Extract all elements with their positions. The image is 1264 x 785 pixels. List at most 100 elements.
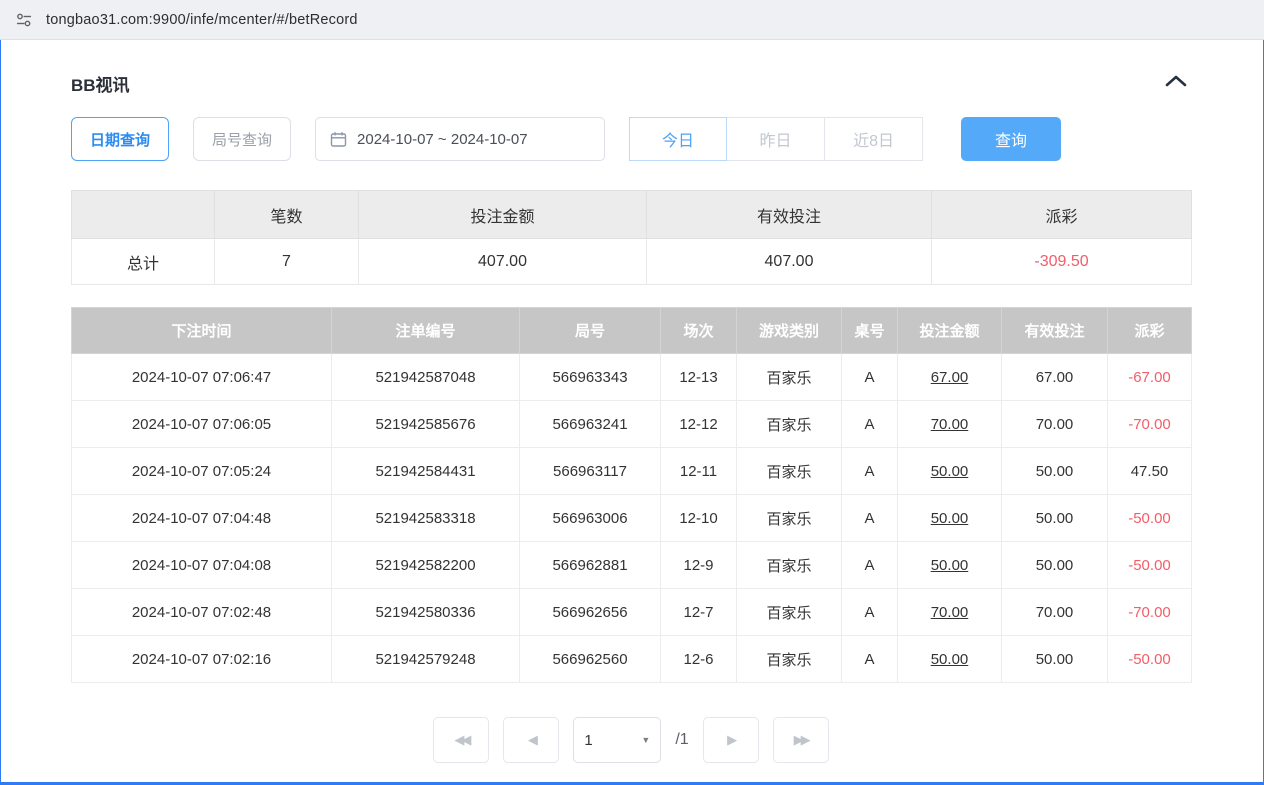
payout-cell: -50.00 [1108, 495, 1192, 542]
quick-range-group: 今日 昨日 近8日 [629, 117, 923, 161]
bet-amount-link[interactable]: 67.00 [898, 354, 1002, 401]
session-cell: 12-9 [661, 542, 737, 589]
game-type-cell: 百家乐 [737, 542, 842, 589]
valid-bet-cell: 50.00 [1002, 495, 1108, 542]
calendar-icon [330, 131, 347, 148]
bet-id-cell: 521942583318 [332, 495, 520, 542]
game-type-cell: 百家乐 [737, 401, 842, 448]
page-total-label: /1 [675, 731, 688, 749]
table-no-cell: A [842, 636, 898, 683]
round-cell: 566962560 [520, 636, 661, 683]
yesterday-button[interactable]: 昨日 [727, 117, 825, 161]
col-header-bet-amount: 投注金额 [898, 308, 1002, 354]
session-cell: 12-7 [661, 589, 737, 636]
pagination: ◀◀ ◀ 1 ▼ /1 ▶ ▶▶ [71, 717, 1191, 763]
col-header-round: 局号 [520, 308, 661, 354]
today-button[interactable]: 今日 [629, 117, 727, 161]
table-no-cell: A [842, 589, 898, 636]
payout-cell: 47.50 [1108, 448, 1192, 495]
table-row: 2024-10-07 07:04:48 521942583318 5669630… [72, 495, 1192, 542]
game-type-cell: 百家乐 [737, 448, 842, 495]
session-cell: 12-13 [661, 354, 737, 401]
bet-id-cell: 521942585676 [332, 401, 520, 448]
bet-time-cell: 2024-10-07 07:02:16 [72, 636, 332, 683]
col-header-valid-bet: 有效投注 [1002, 308, 1108, 354]
bet-records-table: 下注时间 注单编号 局号 场次 游戏类别 桌号 投注金额 有效投注 派彩 202… [71, 307, 1192, 683]
round-cell: 566962656 [520, 589, 661, 636]
summary-count: 7 [215, 239, 359, 285]
bet-amount-link[interactable]: 70.00 [898, 401, 1002, 448]
summary-header-valid-bet: 有效投注 [647, 191, 932, 239]
site-settings-icon[interactable] [14, 10, 34, 30]
col-header-table-no: 桌号 [842, 308, 898, 354]
table-row: 2024-10-07 07:05:24 521942584431 5669631… [72, 448, 1192, 495]
table-no-cell: A [842, 448, 898, 495]
first-page-button[interactable]: ◀◀ [433, 717, 489, 763]
next-page-button[interactable]: ▶ [703, 717, 759, 763]
summary-header-payout: 派彩 [932, 191, 1192, 239]
game-type-cell: 百家乐 [737, 636, 842, 683]
bet-time-cell: 2024-10-07 07:04:48 [72, 495, 332, 542]
page-select-input[interactable]: 1 [584, 732, 637, 749]
summary-row: 总计 7 407.00 407.00 -309.50 [72, 239, 1192, 285]
game-type-cell: 百家乐 [737, 589, 842, 636]
date-range-picker[interactable]: 2024-10-07 ~ 2024-10-07 [315, 117, 605, 161]
collapse-panel-button[interactable] [1161, 70, 1191, 97]
table-no-cell: A [842, 542, 898, 589]
bet-id-cell: 521942580336 [332, 589, 520, 636]
summary-payout: -309.50 [932, 239, 1192, 285]
payout-cell: -70.00 [1108, 589, 1192, 636]
table-row: 2024-10-07 07:02:48 521942580336 5669626… [72, 589, 1192, 636]
table-row: 2024-10-07 07:06:47 521942587048 5669633… [72, 354, 1192, 401]
date-range-value: 2024-10-07 ~ 2024-10-07 [357, 131, 528, 148]
summary-total-label: 总计 [72, 239, 215, 285]
last8days-button[interactable]: 近8日 [825, 117, 923, 161]
round-query-tab[interactable]: 局号查询 [193, 117, 291, 161]
browser-url-bar: tongbao31.com:9900/infe/mcenter/#/betRec… [0, 0, 1264, 40]
bet-record-panel: BB视讯 日期查询 局号查询 2024-10-07 ~ 2024-10-07 [0, 40, 1264, 785]
summary-valid-bet: 407.00 [647, 239, 932, 285]
page-select[interactable]: 1 ▼ [573, 717, 661, 763]
summary-table: 笔数 投注金额 有效投注 派彩 总计 7 407.00 407.00 -309.… [71, 190, 1192, 285]
bet-id-cell: 521942587048 [332, 354, 520, 401]
bet-id-cell: 521942579248 [332, 636, 520, 683]
summary-header-count: 笔数 [215, 191, 359, 239]
table-row: 2024-10-07 07:02:16 521942579248 5669625… [72, 636, 1192, 683]
valid-bet-cell: 50.00 [1002, 448, 1108, 495]
page-title: BB视讯 [71, 71, 130, 96]
url-text[interactable]: tongbao31.com:9900/infe/mcenter/#/betRec… [46, 12, 358, 28]
bet-time-cell: 2024-10-07 07:05:24 [72, 448, 332, 495]
valid-bet-cell: 50.00 [1002, 636, 1108, 683]
table-no-cell: A [842, 354, 898, 401]
bet-amount-link[interactable]: 50.00 [898, 542, 1002, 589]
col-header-bet-time: 下注时间 [72, 308, 332, 354]
summary-header-bet-amount: 投注金额 [359, 191, 647, 239]
last-page-button[interactable]: ▶▶ [773, 717, 829, 763]
prev-page-button[interactable]: ◀ [503, 717, 559, 763]
session-cell: 12-10 [661, 495, 737, 542]
payout-cell: -67.00 [1108, 354, 1192, 401]
col-header-payout: 派彩 [1108, 308, 1192, 354]
session-cell: 12-6 [661, 636, 737, 683]
date-query-tab[interactable]: 日期查询 [71, 117, 169, 161]
filter-toolbar: 日期查询 局号查询 2024-10-07 ~ 2024-10-07 今日 昨日 … [71, 116, 1191, 162]
round-cell: 566963241 [520, 401, 661, 448]
bet-time-cell: 2024-10-07 07:06:47 [72, 354, 332, 401]
search-button[interactable]: 查询 [961, 117, 1061, 161]
summary-bet-amount: 407.00 [359, 239, 647, 285]
bet-amount-link[interactable]: 50.00 [898, 495, 1002, 542]
bet-amount-link[interactable]: 50.00 [898, 448, 1002, 495]
session-cell: 12-11 [661, 448, 737, 495]
bet-id-cell: 521942584431 [332, 448, 520, 495]
payout-cell: -70.00 [1108, 401, 1192, 448]
valid-bet-cell: 50.00 [1002, 542, 1108, 589]
bet-amount-link[interactable]: 50.00 [898, 636, 1002, 683]
table-no-cell: A [842, 495, 898, 542]
game-type-cell: 百家乐 [737, 495, 842, 542]
col-header-session: 场次 [661, 308, 737, 354]
round-cell: 566963343 [520, 354, 661, 401]
col-header-bet-id: 注单编号 [332, 308, 520, 354]
summary-header-blank [72, 191, 215, 239]
bet-amount-link[interactable]: 70.00 [898, 589, 1002, 636]
payout-cell: -50.00 [1108, 636, 1192, 683]
